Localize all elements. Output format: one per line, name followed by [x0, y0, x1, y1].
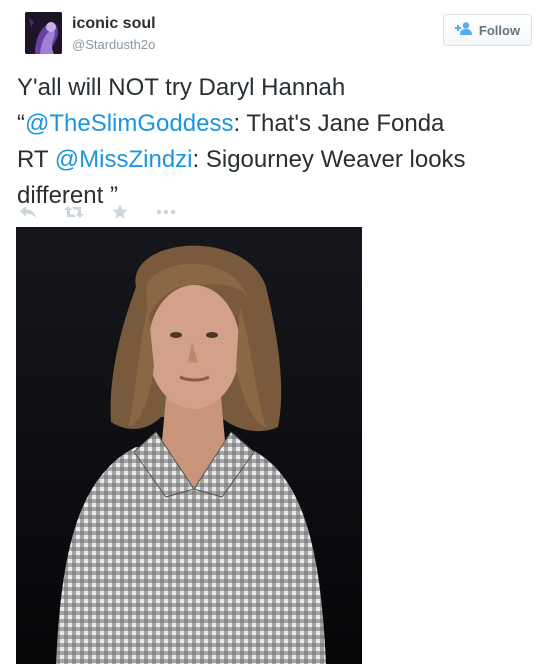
- tweet-actions: [17, 201, 201, 223]
- tweet-line-1: Y'all will NOT try Daryl Hannah: [17, 74, 346, 101]
- favorite-star-icon[interactable]: [109, 201, 131, 223]
- mention-theslimgoddess[interactable]: @TheSlimGoddess: [25, 110, 233, 137]
- mention-misszindzi[interactable]: @MissZindzi: [55, 146, 193, 173]
- tweet-text-3: : Sigourney Weaver looks: [192, 146, 466, 173]
- open-quote: “: [17, 110, 25, 137]
- add-user-icon: [454, 22, 473, 38]
- user-handle[interactable]: @Stardusth2o: [72, 37, 155, 52]
- follow-button-label: Follow: [478, 22, 521, 38]
- rt-prefix: RT: [17, 146, 55, 173]
- tweet-text-2: : That's Jane Fonda: [233, 110, 445, 137]
- follow-button[interactable]: Follow: [443, 14, 532, 46]
- avatar[interactable]: [25, 12, 62, 54]
- tweet-text: Y'all will NOT try Daryl Hannah “@TheSlim…: [17, 70, 547, 214]
- retweet-icon[interactable]: [63, 201, 85, 223]
- display-name[interactable]: iconic soul: [72, 15, 156, 33]
- tweet-header: iconic soul @Stardusth2o Follow: [0, 0, 560, 64]
- more-dots-icon[interactable]: [155, 201, 177, 223]
- tweet-photo[interactable]: [16, 227, 362, 664]
- reply-icon[interactable]: [17, 201, 39, 223]
